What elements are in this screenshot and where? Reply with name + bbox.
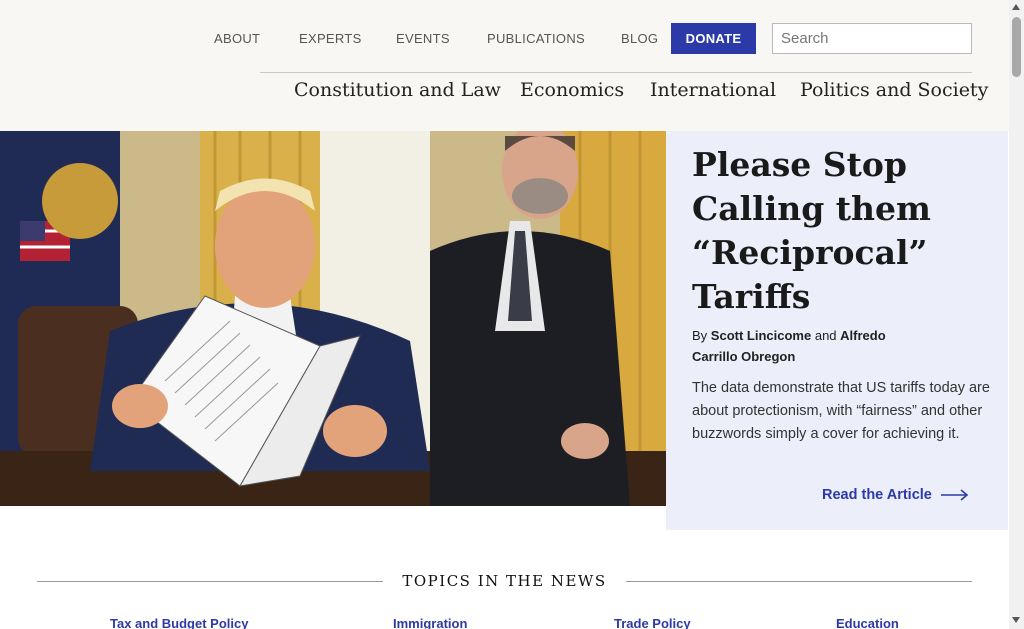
read-article-label: Read the Article xyxy=(822,487,932,503)
search-input[interactable] xyxy=(772,23,972,54)
header-divider xyxy=(260,72,972,73)
donate-button[interactable]: DONATE xyxy=(671,23,756,54)
author-link[interactable]: Scott Lincicome xyxy=(711,328,811,343)
topics-divider-right xyxy=(626,581,972,582)
nav-publications-link[interactable]: PUBLICATIONS xyxy=(487,31,585,46)
arrow-right-icon xyxy=(940,489,969,501)
hero-photo-illustration xyxy=(0,131,666,506)
topic-link[interactable]: Education xyxy=(836,616,899,629)
page-scrollbar[interactable] xyxy=(1009,0,1024,629)
article-excerpt: The data demonstrate that US tariffs tod… xyxy=(692,380,990,442)
scroll-up-arrow-icon[interactable] xyxy=(1012,4,1020,10)
category-economics[interactable]: Economics xyxy=(520,79,624,101)
category-constitution-law[interactable]: Constitution and Law xyxy=(294,79,501,101)
nav-about-link[interactable]: ABOUT xyxy=(214,31,260,46)
article-byline: By Scott Lincicome and Alfredo Carrillo … xyxy=(692,325,922,367)
scrollbar-thumb[interactable] xyxy=(1012,17,1021,77)
scroll-down-arrow-icon[interactable] xyxy=(1012,617,1020,623)
byline-prefix: By xyxy=(692,328,708,343)
topics-heading: TOPICS IN THE NEWS xyxy=(402,572,607,590)
category-politics-society[interactable]: Politics and Society xyxy=(800,79,988,101)
hero-article-title[interactable]: Please Stop Calling them “Reciprocal” Ta… xyxy=(692,143,992,319)
top-nav: ABOUT EXPERTS EVENTS PUBLICATIONS BLOG D… xyxy=(0,23,1009,54)
topic-link[interactable]: Tax and Budget Policy xyxy=(110,616,248,629)
hero-image[interactable] xyxy=(0,131,666,506)
hero-article-panel: Please Stop Calling them “Reciprocal” Ta… xyxy=(666,131,1008,530)
site-header: ABOUT EXPERTS EVENTS PUBLICATIONS BLOG D… xyxy=(0,0,1009,131)
topic-link[interactable]: Immigration xyxy=(393,616,467,629)
topics-divider-left xyxy=(37,581,383,582)
read-article-link[interactable]: Read the Article xyxy=(822,487,969,503)
nav-blog-link[interactable]: BLOG xyxy=(621,31,658,46)
topic-link[interactable]: Trade Policy xyxy=(614,616,691,629)
nav-experts-link[interactable]: EXPERTS xyxy=(299,31,362,46)
nav-events-link[interactable]: EVENTS xyxy=(396,31,450,46)
byline-conjunction: and xyxy=(814,328,837,343)
category-international[interactable]: International xyxy=(650,79,776,101)
